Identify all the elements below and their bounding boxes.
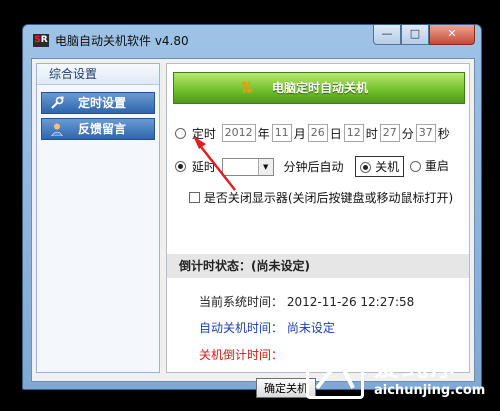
watermark-title: 爱纯净	[374, 353, 459, 383]
watermark: 爱纯净 aichunjing.com	[306, 345, 492, 405]
watermark-logo-icon	[306, 349, 364, 399]
watermark-url: aichunjing.com	[374, 383, 486, 398]
